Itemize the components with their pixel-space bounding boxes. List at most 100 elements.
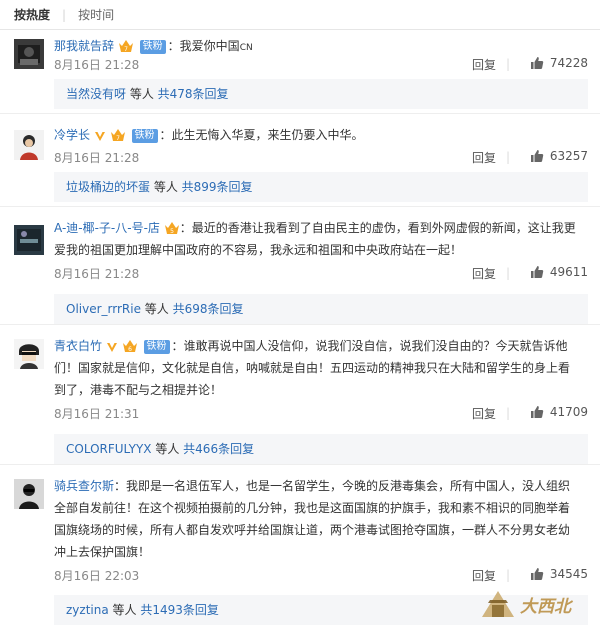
comment-text: ：我即是一名退伍军人，也是一名留学生，今晚的反港毒集会，所有中国人，没人组织 — [114, 479, 571, 493]
comment-line: 骑兵查尔斯：我即是一名退伍军人，也是一名留学生，今晚的反港毒集会，所有中国人，没… — [54, 475, 588, 497]
fan-badge: 铁粉 — [131, 129, 158, 143]
comment-item: 青衣白竹 6 铁粉 ：谁敢再说中国人没信仰，说我们没自信，说我们没自由的？今天就告… — [0, 325, 600, 465]
reply-button[interactable]: 回复 — [472, 567, 496, 584]
like-button[interactable]: 74228 — [530, 56, 588, 70]
avatar[interactable] — [14, 479, 44, 509]
comment-text-line: 们！国家就是信仰，文化就是自信，呐喊就是自由！五四运动的精神我只在大陆和留学生的… — [54, 361, 571, 375]
verified-v-icon — [106, 343, 117, 352]
comment-item: 冷学长 7 铁粉 ：此生无悔入华夏，来生仍要入中华。 8月16日 21:28 回复… — [0, 114, 600, 207]
like-count: 41709 — [549, 405, 588, 419]
comment-username[interactable]: A-迪-椰-子-八-号-店 — [54, 221, 160, 235]
comment-meta: 8月16日 21:28 回复 | 49611 — [54, 265, 588, 285]
thumbs-up-icon — [530, 266, 544, 278]
svg-text:5: 5 — [170, 228, 174, 235]
meta-divider: | — [505, 57, 510, 71]
comment-item: 那我就告辞 7 铁粉 ：我爱你中国CN 8月16日 21:28 回复 | 7422… — [0, 31, 600, 114]
sub-reply-user[interactable]: COLORFULYYX — [66, 442, 152, 456]
comment-text-line: 全部自发前往！在这个视频拍摄前的几分钟，我也是这面国旗的护旗手，我和素不相识的同… — [54, 501, 571, 515]
meta-divider: | — [505, 150, 510, 164]
sort-bar: 按热度 | 按时间 — [0, 0, 600, 30]
thumbs-up-icon — [530, 406, 544, 418]
sub-reply-total[interactable]: 共1493条回复 — [140, 603, 219, 617]
meta-divider: | — [505, 266, 510, 280]
vip-crown-icon: 5 — [164, 222, 179, 235]
comment-meta: 8月16日 21:28 回复 | 74228 — [54, 56, 588, 76]
thumbs-up-icon — [530, 568, 544, 580]
sub-reply-total[interactable]: 共698条回复 — [173, 302, 244, 316]
comment-line: 青衣白竹 6 铁粉 ：谁敢再说中国人没信仰，说我们没自信，说我们没自由的？今天就告… — [54, 335, 588, 357]
comment-text-line: 冲上去保护国旗！ — [54, 545, 151, 559]
sort-separator: | — [62, 7, 67, 22]
sub-reply-bar[interactable]: Oliver_rrrRie 等人 共698条回复 — [54, 294, 588, 324]
site-watermark-logo: 大西北 — [478, 587, 590, 621]
sub-reply-bar[interactable]: COLORFULYYX 等人 共466条回复 — [54, 434, 588, 464]
sub-reply-mid: 等人 — [151, 442, 184, 456]
comment-text: ：我爱你中国 — [167, 39, 240, 53]
sub-reply-bar[interactable]: 垃圾桶边的坏蛋 等人 共899条回复 — [54, 172, 588, 202]
sub-reply-user[interactable]: 当然没有呀 — [66, 87, 126, 101]
like-button[interactable]: 63257 — [530, 149, 588, 163]
like-button[interactable]: 41709 — [530, 405, 588, 419]
comment-body: 骑兵查尔斯：我即是一名退伍军人，也是一名留学生，今晚的反港毒集会，所有中国人，没… — [54, 475, 588, 563]
meta-divider: | — [505, 568, 510, 582]
sub-reply-mid: 等人 — [126, 87, 158, 101]
vip-crown-icon: 7 — [118, 40, 133, 53]
reply-button[interactable]: 回复 — [472, 405, 496, 422]
sort-by-time-tab[interactable]: 按时间 — [78, 6, 114, 23]
svg-text:6: 6 — [128, 346, 132, 353]
fan-badge: 铁粉 — [143, 340, 170, 354]
reply-button[interactable]: 回复 — [472, 265, 496, 282]
meta-divider: | — [505, 406, 510, 420]
comment-line: A-迪-椰-子-八-号-店 5 ：最近的香港让我看到了自由民主的虚伪，看到外网虚假… — [54, 217, 588, 239]
sub-reply-user[interactable]: zyztina — [66, 603, 109, 617]
comment-username[interactable]: 那我就告辞 — [54, 39, 114, 53]
comment-meta: 8月16日 21:31 回复 | 41709 — [54, 405, 588, 425]
comment-username[interactable]: 骑兵查尔斯 — [54, 479, 114, 493]
comment-time: 8月16日 21:28 — [54, 267, 140, 281]
avatar[interactable] — [14, 130, 44, 160]
sub-reply-mid: 等人 — [140, 302, 173, 316]
reply-button[interactable]: 回复 — [472, 149, 496, 166]
thumbs-up-icon — [530, 150, 544, 162]
sub-reply-mid: 等人 — [108, 603, 141, 617]
comment-text-line: 到了，港毒不配与之相提并论！ — [54, 383, 223, 397]
comment-item: A-迪-椰-子-八-号-店 5 ：最近的香港让我看到了自由民主的虚伪，看到外网虚假… — [0, 207, 600, 325]
comment-username[interactable]: 青衣白竹 — [54, 339, 102, 353]
sort-by-hot-tab[interactable]: 按热度 — [14, 6, 50, 23]
svg-text:7: 7 — [116, 135, 120, 142]
sub-reply-mid: 等人 — [150, 180, 182, 194]
like-button[interactable]: 34545 — [530, 567, 588, 581]
comment-meta: 8月16日 22:03 回复 | 34545 — [54, 567, 588, 587]
svg-text:7: 7 — [124, 46, 128, 53]
avatar[interactable] — [14, 339, 44, 369]
comment-meta: 8月16日 21:28 回复 | 63257 — [54, 149, 588, 169]
sub-reply-total[interactable]: 共466条回复 — [183, 442, 254, 456]
like-count: 34545 — [549, 567, 588, 581]
pagoda-logo-icon — [482, 591, 514, 617]
comment-text-line: 国旗绕场的时候，所有人都自发欢呼并给国旗让道，两个港毒试图抢夺国旗，一群人不分男… — [54, 523, 571, 537]
sub-reply-bar[interactable]: 当然没有呀 等人 共478条回复 — [54, 79, 588, 109]
comment-username[interactable]: 冷学长 — [54, 128, 90, 142]
avatar[interactable] — [14, 39, 44, 69]
sub-reply-user[interactable]: 垃圾桶边的坏蛋 — [66, 180, 150, 194]
fan-badge: 铁粉 — [139, 40, 166, 54]
sub-reply-total[interactable]: 共478条回复 — [158, 87, 229, 101]
comment-body: A-迪-椰-子-八-号-店 5 ：最近的香港让我看到了自由民主的虚伪，看到外网虚假… — [54, 217, 588, 261]
like-count: 63257 — [549, 149, 588, 163]
comment-text: ：最近的香港让我看到了自由民主的虚伪，看到外网虚假的新闻，这让我更 — [179, 221, 576, 235]
comment-time: 8月16日 21:31 — [54, 407, 140, 421]
sub-reply-total[interactable]: 共899条回复 — [182, 180, 253, 194]
like-button[interactable]: 49611 — [530, 265, 588, 279]
verified-v-icon — [94, 132, 105, 141]
watermark-text: 大西北 — [520, 597, 574, 617]
comment-time: 8月16日 21:28 — [54, 58, 140, 72]
avatar[interactable] — [14, 225, 44, 255]
vip-crown-icon: 7 — [110, 129, 125, 142]
like-count: 49611 — [549, 265, 588, 279]
thumbs-up-icon — [530, 57, 544, 69]
comment-body: 冷学长 7 铁粉 ：此生无悔入华夏，来生仍要入中华。 — [54, 124, 588, 146]
like-count: 74228 — [549, 56, 588, 70]
reply-button[interactable]: 回复 — [472, 56, 496, 73]
sub-reply-user[interactable]: Oliver_rrrRie — [66, 302, 141, 316]
comment-body: 青衣白竹 6 铁粉 ：谁敢再说中国人没信仰，说我们没自信，说我们没自由的？今天就告… — [54, 335, 588, 401]
